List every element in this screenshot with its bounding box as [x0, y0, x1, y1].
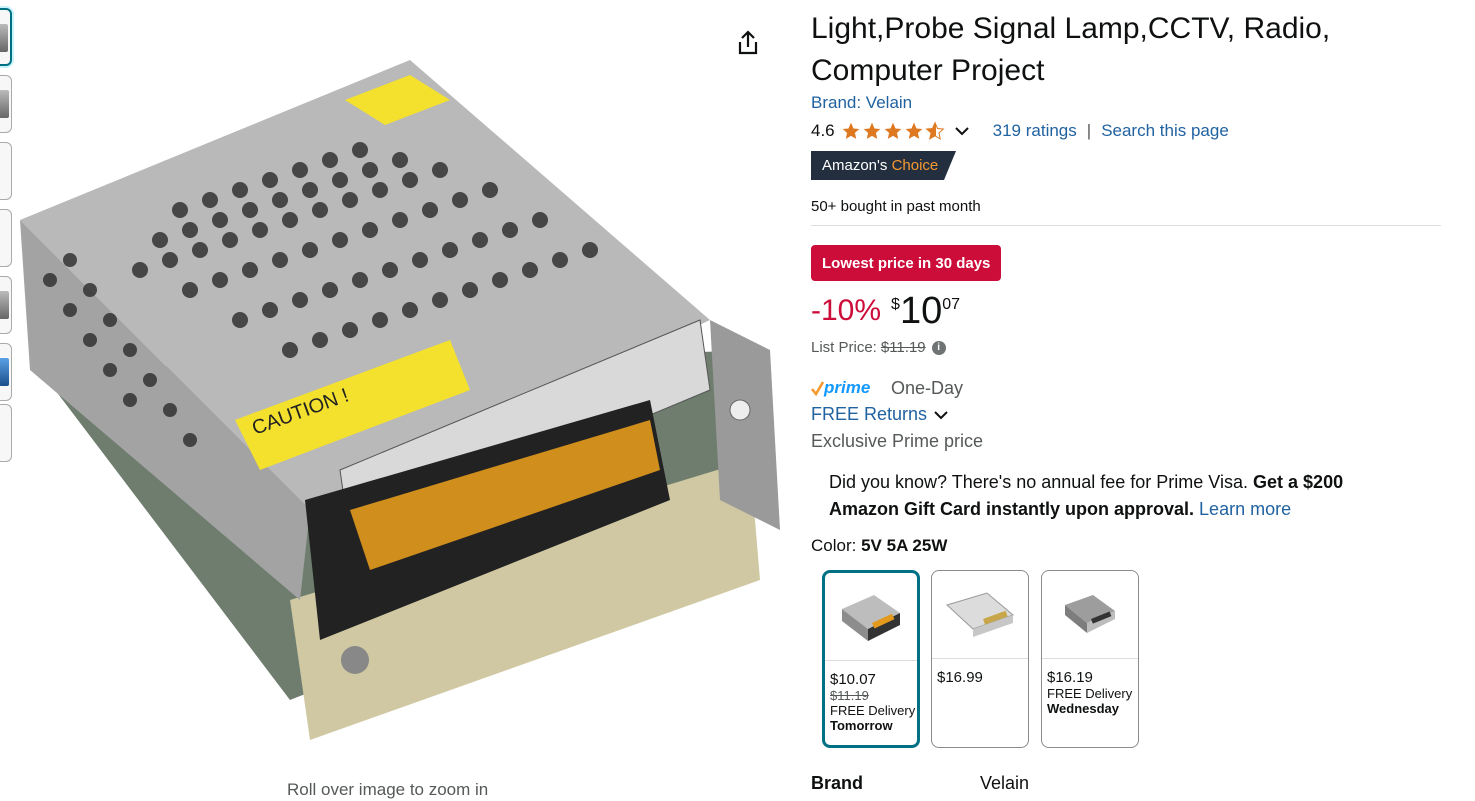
swatch-price: $16.19	[1047, 669, 1093, 686]
exclusive-prime-price: Exclusive Prime price	[811, 431, 984, 451]
star-rating[interactable]	[841, 121, 945, 141]
list-price-value: $11.19	[880, 339, 926, 356]
brand-row-value: Velain	[980, 773, 1030, 793]
learn-more-link[interactable]: Learn more	[1199, 499, 1291, 519]
deal-badge: Lowest price in 30 days	[811, 245, 1002, 281]
color-value: 5V 5A 25W	[861, 536, 948, 555]
prime-logo-icon: prime	[811, 378, 870, 397]
list-price-row: List Price: $11.19 i	[811, 339, 946, 356]
swatch-list-price: $11.19	[830, 688, 869, 703]
free-returns-label[interactable]: FREE Returns	[811, 404, 927, 425]
swatch-delivery: FREE Delivery	[830, 703, 916, 718]
swatch-price: $16.99	[937, 669, 983, 686]
price-currency: $	[891, 296, 900, 313]
discount-percent: -10%	[811, 294, 882, 327]
title-line-1: Light,Probe Signal Lamp,CCTV, Radio,	[811, 12, 1331, 45]
product-thumb	[842, 594, 900, 641]
color-label: Color: 5V 5A 25W	[811, 536, 947, 556]
share-icon[interactable]	[733, 28, 763, 58]
price-block: -10% $ 10 07	[811, 292, 960, 330]
prime-delivery: One-Day	[891, 377, 964, 398]
visa-text: Did you know? There's no annual fee for …	[829, 472, 1249, 492]
rating-value: 4.6	[811, 121, 835, 140]
star-icon	[863, 122, 880, 139]
swatch-price: $10.07	[830, 671, 876, 688]
brand-row-label: Brand	[811, 773, 864, 793]
chevron-down-icon[interactable]	[953, 122, 971, 140]
swatch-delivery: FREE Delivery	[1047, 686, 1133, 701]
prime-row: prime One-Day	[811, 377, 963, 399]
star-icon	[905, 122, 922, 139]
info-icon[interactable]: i	[931, 340, 946, 355]
color-swatch-5v-5a[interactable]: $10.07 $11.19 FREE Delivery Tomorrow	[822, 570, 920, 748]
product-thumb	[946, 591, 1014, 637]
svg-text:prime: prime	[823, 378, 870, 397]
color-label-text: Color:	[811, 536, 857, 555]
product-image[interactable]: CAUTION !	[10, 40, 790, 740]
prime-visa-offer: Did you know? There's no annual fee for …	[829, 469, 1389, 523]
choice-word: Choice	[891, 157, 939, 174]
star-icon	[842, 122, 859, 139]
color-swatch-2[interactable]: $16.99	[931, 570, 1029, 748]
amazons-choice-badge[interactable]: Amazon's Choice	[811, 151, 957, 180]
bought-count: 50+ bought in past month	[811, 198, 981, 215]
half-star-icon	[925, 121, 945, 140]
choice-prefix: Amazon's	[822, 157, 888, 174]
brand-link[interactable]: Brand: Velain	[811, 93, 912, 113]
divider	[811, 225, 1441, 226]
rating-row: 4.6 319 ratings | Search this page	[811, 120, 1229, 142]
free-returns[interactable]: FREE Returns	[811, 404, 949, 425]
product-thumb	[1065, 594, 1115, 633]
separator: |	[1086, 121, 1092, 140]
ratings-count-link[interactable]: 319 ratings	[993, 121, 1077, 141]
product-title: Light,Probe Signal Lamp,CCTV, Radio, Com…	[811, 8, 1431, 92]
zoom-hint: Roll over image to zoom in	[287, 780, 489, 799]
star-icon	[884, 122, 901, 139]
chevron-down-icon[interactable]	[933, 407, 949, 423]
search-page-link[interactable]: Search this page	[1101, 121, 1229, 141]
color-swatch-3[interactable]: $16.19 FREE Delivery Wednesday	[1041, 570, 1139, 748]
swatch-delivery-day: Wednesday	[1047, 701, 1120, 716]
swatch-delivery-day: Tomorrow	[830, 718, 893, 733]
title-line-2: Computer Project	[811, 54, 1045, 87]
list-price-label: List Price:	[811, 339, 877, 356]
price-fraction: 07	[942, 296, 961, 313]
price-whole: 10	[899, 290, 943, 332]
